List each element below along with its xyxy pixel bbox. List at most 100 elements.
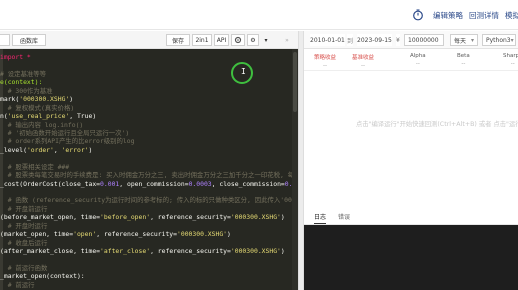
metric-label: 基准收益 (352, 55, 375, 61)
tab-strategy[interactable] (0, 34, 10, 46)
code-token: 'before_open' (100, 213, 151, 222)
chevron-down-icon: ▾ (470, 36, 474, 44)
chevron-down-icon: ▾ (510, 36, 514, 44)
code-line[interactable]: # 股票类每笔交易时的手续费是: 买入时佣金万分之三, 卖出时佣金万分之三加千分… (0, 171, 298, 179)
python-version-value: Python3 (486, 36, 511, 44)
capital-input[interactable]: 10000000 (404, 34, 444, 46)
code-line[interactable]: # 前运行函数 (0, 264, 298, 272)
code-token: # 开盘前运行 (0, 204, 48, 213)
code-token: 0.0003 (188, 179, 212, 188)
log-tabs: 日志 错误 (304, 207, 518, 225)
code-token: 'after_close' (100, 247, 151, 256)
code-line[interactable]: _cost(OrderCost(close_tax=0.001, open_co… (0, 180, 298, 188)
frequency-value: 每天 (454, 37, 467, 45)
tab-errors[interactable]: 错误 (338, 212, 350, 221)
code-line[interactable]: n('use_real_price', True) (0, 112, 298, 120)
backtest-settings-bar: 2010-01-01 到 2023-09-15 ¥ 10000000 每天 ▾ P… (304, 31, 518, 49)
code-content[interactable]: import * # 设定基准等等 e(context): # 300作为基准 mar… (0, 53, 298, 289)
code-token: n( (0, 112, 8, 121)
code-line[interactable]: # 函数 (reference_security为运行时间的参考标的; 传入的标… (0, 196, 298, 204)
code-token: (market_open, time= (0, 230, 74, 239)
end-date-input[interactable]: 2023-09-15 (357, 34, 392, 46)
code-line[interactable] (0, 256, 298, 264)
nav-backtest-detail[interactable]: 回测详情 (469, 10, 499, 21)
code-token: ) (280, 247, 285, 256)
code-token: # 设定基准等等 (0, 69, 47, 78)
code-line[interactable]: (before_market_open, time='before_open',… (0, 213, 298, 221)
editor-scrollbar-thumb[interactable] (293, 52, 297, 112)
code-token: # 股票类每笔交易时的手续费是: 买入时佣金万分之三, 卖出时佣金万分之三加千分… (0, 171, 298, 180)
metric-value: -- (415, 61, 420, 67)
currency-symbol: ¥ (396, 34, 400, 46)
metrics-bar: 策略收益 -- 基准收益 -- Alpha -- Beta -- Sharpe -- (304, 49, 518, 71)
code-line[interactable]: # 300作为基准 (0, 87, 298, 95)
save-button[interactable]: 保存 (166, 34, 190, 46)
metric-3: Beta -- (457, 53, 470, 67)
collapse-icon[interactable]: » (280, 34, 294, 46)
code-line[interactable] (0, 61, 298, 69)
log-console (304, 225, 518, 290)
code-token: 'error' (61, 145, 89, 154)
metric-value: -- (361, 63, 365, 69)
code-line[interactable]: (after_market_close, time='after_close',… (0, 247, 298, 255)
code-line[interactable]: _level('order', 'error') (0, 146, 298, 154)
code-token: 'use_real_price' (7, 112, 70, 121)
code-line[interactable]: # 收盘后运行 (0, 239, 298, 247)
start-date-input[interactable]: 2010-01-01 (310, 34, 345, 46)
settings-button[interactable] (231, 34, 245, 46)
code-token: # 股票相关设定 ### (0, 162, 70, 171)
metric-label: Sharpe (503, 53, 518, 59)
code-token: 'order' (26, 145, 54, 154)
code-token: mark( (0, 95, 20, 104)
code-line[interactable]: # order系列API产生的比error级别的log (0, 137, 298, 145)
tab-log[interactable]: 日志 (314, 212, 327, 224)
dropdown-icon[interactable]: ▾ (261, 34, 271, 46)
api-button[interactable]: API (214, 34, 229, 46)
code-line[interactable]: # 开盘前运行 (0, 205, 298, 213)
code-token: _cost(OrderCost(close_tax= (0, 179, 101, 188)
settings-icon (234, 36, 242, 44)
metric-value: -- (323, 63, 327, 69)
code-line[interactable]: # 设定基准等等 (0, 70, 298, 78)
code-line[interactable]: import * (0, 53, 298, 61)
timer-icon[interactable] (412, 9, 424, 21)
tab-function-library[interactable]: 函数库 (12, 34, 46, 46)
code-line[interactable]: # 复权模式(真实价格) (0, 104, 298, 112)
code-token: # 函数 (reference_security为运行时间的参考标的; 传入的标… (0, 196, 298, 205)
code-token: , True) (69, 112, 97, 121)
code-line[interactable]: e(context): (0, 78, 298, 86)
code-line[interactable]: # 股票相关设定 ### (0, 163, 298, 171)
code-line[interactable]: # 前运行 (0, 281, 298, 289)
two-in-one-button[interactable]: 2in1 (192, 34, 212, 46)
code-line[interactable]: _market_open(context): (0, 272, 298, 280)
code-line[interactable]: # 输出内容 log.info() (0, 121, 298, 129)
code-token: , reference_security= (150, 213, 231, 222)
code-token: 'open' (73, 230, 97, 239)
nav-paper-trading[interactable]: 模拟交易 (505, 10, 518, 21)
metric-label: Beta (457, 53, 470, 59)
metric-value: -- (461, 61, 466, 67)
code-token: , close_commission= (211, 179, 285, 188)
code-token: ) (280, 213, 285, 222)
code-token: '000300.XSHG' (177, 230, 228, 239)
code-token: e(context): (0, 78, 43, 87)
text-cursor-icon: I (241, 67, 246, 76)
backtest-chart-area: 点击"编译运行"开始快速回测(Ctrl+Alt+B) 或者 点击"运行回测 (304, 71, 518, 207)
code-line[interactable]: (market_open, time='open', reference_sec… (0, 230, 298, 238)
code-editor[interactable]: import * # 设定基准等等 e(context): # 300作为基准 mar… (0, 49, 298, 290)
code-line[interactable]: # 开盘时运行 (0, 222, 298, 230)
nav-edit-strategy[interactable]: 编辑策略 (433, 10, 463, 21)
code-token: # 开盘时运行 (0, 221, 48, 230)
python-version-select[interactable]: Python3 ▾ (482, 34, 516, 46)
frequency-select[interactable]: 每天 ▾ (450, 34, 478, 46)
code-token: (before_market_open, time= (0, 213, 101, 222)
gear-icon[interactable]: ⚙ (247, 34, 259, 46)
metric-1: 基准收益 -- (352, 53, 374, 69)
code-token: '000300.XSHG' (230, 213, 281, 222)
code-token: # 收盘后运行 (0, 238, 48, 247)
code-token: '000300.XSHG' (19, 95, 70, 104)
code-line[interactable]: mark('000300.XSHG') (0, 95, 298, 103)
code-token: (after_market_close, time= (0, 247, 101, 256)
code-line[interactable] (0, 154, 298, 162)
code-token: , reference_security= (96, 230, 178, 239)
